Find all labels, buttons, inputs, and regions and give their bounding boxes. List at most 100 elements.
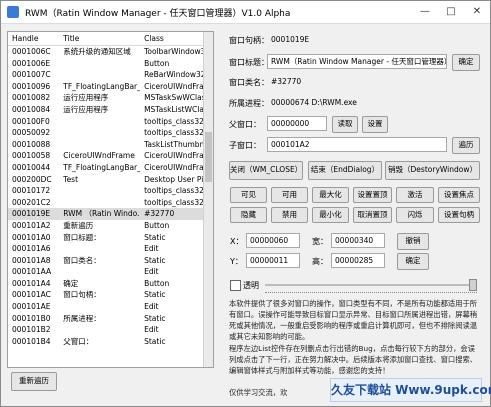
row-title <box>59 58 140 70</box>
title-confirm-button[interactable]: 确定 <box>452 54 480 71</box>
coords-confirm-button[interactable]: 确定 <box>397 253 429 270</box>
set-button[interactable]: 设置 <box>362 116 388 133</box>
end-dialog-button[interactable]: 结束（EndDialog） <box>308 161 382 180</box>
close-icon[interactable]: ✕ <box>464 1 490 23</box>
parent-input[interactable]: 00000000 <box>267 116 327 131</box>
traverse-button[interactable]: 遍历 <box>452 137 480 154</box>
list-row[interactable]: 0001007C ReBarWindow32 <box>8 69 213 81</box>
list-row[interactable]: 000101A6 Edit <box>8 243 213 255</box>
list-row[interactable]: 000101A2 重新遍历 Button <box>8 220 213 232</box>
column-header-handle[interactable]: Handle <box>8 32 59 45</box>
list-scrollbar[interactable] <box>203 32 213 367</box>
row-title: 运行应用程序 <box>63 93 109 103</box>
child-input[interactable]: 000101A2 <box>267 137 447 152</box>
list-row[interactable]: 00010044 TF_FloatingLangBar_... CiceroUIWn… <box>8 162 213 174</box>
enable-button[interactable]: 可用 <box>271 187 308 203</box>
row-title <box>59 139 140 151</box>
row-handle: 00010058 <box>12 151 51 161</box>
row-title <box>59 243 140 255</box>
maximize-button[interactable]: 最大化 <box>312 187 349 203</box>
read-button[interactable]: 读取 <box>332 116 358 133</box>
row-title: 重新遍历 <box>63 220 94 230</box>
list-row[interactable]: 00010084 运行应用程序 MSTaskListWCla <box>8 104 213 116</box>
list-row[interactable]: 000101B4 父窗口： Static <box>8 336 213 348</box>
list-row[interactable]: 0001006E Button <box>8 58 213 70</box>
list-row[interactable]: 00010082 运行应用程序 MSTaskSwWClas <box>8 92 213 104</box>
rescan-button[interactable]: 重新遍历 <box>11 372 57 391</box>
parent-label: 父窗口： <box>229 120 261 129</box>
row-title: 窗口句柄： <box>63 290 101 300</box>
column-header-title[interactable]: Title <box>59 32 140 45</box>
list-row[interactable]: 00010058 CiceroUIWndFrame CiceroUIWndFra <box>8 150 213 162</box>
row-handle: 00050092 <box>12 128 51 138</box>
row-handle: 000101AE <box>12 302 51 312</box>
row-title: TF_FloatingLangBar_... <box>63 162 141 172</box>
slider-thumb[interactable] <box>469 279 477 291</box>
disable-button[interactable]: 禁用 <box>271 207 308 223</box>
row-handle: 000101B4 <box>12 336 51 346</box>
destroy-window-button[interactable]: 销毁（DestoryWindow） <box>385 161 480 180</box>
hide-button[interactable]: 隐藏 <box>230 207 267 223</box>
revoke-button[interactable]: 撤销 <box>397 233 429 250</box>
list-row[interactable]: 000101AE Edit <box>8 301 213 313</box>
list-row[interactable]: 000100F0 tooltips_class32 <box>8 116 213 128</box>
activate-button[interactable]: 激活 <box>396 187 434 203</box>
list-row[interactable]: 00050092 tooltips_class32 <box>8 127 213 139</box>
list-row[interactable]: 00010096 TF_FloatingLangBar_... CiceroUIWn… <box>8 81 213 93</box>
row-title <box>59 324 140 336</box>
set-topmost-button[interactable]: 设置置顶 <box>353 187 392 203</box>
row-title: 系统升级的通知区域 <box>63 47 131 56</box>
main-window: RWM（Ratin Window Manager - 任天窗口管理器）V1.0 … <box>0 0 491 407</box>
close-window-button[interactable]: 关闭（WM_CLOSE） <box>229 161 303 180</box>
transparent-checkbox[interactable] <box>230 280 241 291</box>
row-title: RWM （Ratin Windo... <box>63 209 141 219</box>
set-handle-button[interactable]: 设置句柄 <box>438 207 480 223</box>
row-handle: 000101A4 <box>12 278 51 288</box>
list-row[interactable]: 000201C2 tooltips_class32 <box>8 197 213 209</box>
height-input[interactable]: 00000285 <box>331 253 385 268</box>
row-handle: 00010084 <box>12 104 51 114</box>
transparency-slider[interactable] <box>265 284 477 286</box>
list-row[interactable]: 000101A0 窗口标题： Static <box>8 232 213 244</box>
width-input[interactable]: 00000340 <box>331 233 385 248</box>
flash-button[interactable]: 闪烁 <box>396 207 434 223</box>
watermark: 久友下载站 Www.9upk.com <box>330 378 491 402</box>
window-title: RWM（Ratin Window Manager - 任天窗口管理器）V1.0 … <box>25 9 291 19</box>
window-list[interactable]: Handle Title Class 0001006C 系统升级的通知区域 Tool… <box>7 31 214 368</box>
info-paragraph-3: 仅供学习交流，欢 <box>229 388 288 397</box>
row-title <box>59 197 140 209</box>
row-handle: 000101B2 <box>12 325 51 335</box>
cancel-topmost-button[interactable]: 取消置顶 <box>353 207 392 223</box>
list-row[interactable]: 000101A4 确定 Button <box>8 278 213 290</box>
list-row[interactable]: 00010088 TaskListThumbna <box>8 139 213 151</box>
slider-ticks <box>265 289 477 293</box>
list-row[interactable]: 000101A8 窗口类名： Static <box>8 255 213 267</box>
row-title: 窗口类名： <box>63 255 101 265</box>
set-focus-button[interactable]: 设置焦点 <box>438 187 480 203</box>
row-handle: 000200DC <box>12 174 52 184</box>
y-input[interactable]: 00000011 <box>246 253 300 268</box>
list-row[interactable]: 0001006C 系统升级的通知区域 ToolbarWindow3 <box>8 46 213 58</box>
row-title <box>59 69 140 81</box>
minimize-button[interactable]: 最小化 <box>312 207 349 223</box>
list-row[interactable]: 000101AC 窗口句柄： Static <box>8 289 213 301</box>
list-row[interactable]: 000200DC Test Desktop User Pic <box>8 174 213 186</box>
row-title: TF_FloatingLangBar_... <box>63 81 141 91</box>
maximize-icon[interactable]: □ <box>438 1 464 23</box>
list-row[interactable]: 00010172 tooltips_class32 <box>8 185 213 197</box>
row-handle: 000100F0 <box>12 116 50 126</box>
list-row[interactable]: 000101B2 Edit <box>8 324 213 336</box>
row-title <box>59 301 140 313</box>
minimize-icon[interactable]: — <box>412 1 438 23</box>
list-row[interactable]: 0001019E RWM （Ratin Windo... #32770 <box>8 208 213 220</box>
row-handle: 000101AA <box>12 267 52 277</box>
row-handle: 00010044 <box>12 162 51 172</box>
title-input[interactable]: RWM（Ratin Window Manager - 任天窗口管理器） <box>267 54 447 69</box>
x-label: X： <box>230 237 244 246</box>
x-input[interactable]: 00000060 <box>246 233 300 248</box>
list-row[interactable]: 000101AA Edit <box>8 266 213 278</box>
row-handle: 00010096 <box>12 81 51 91</box>
scrollbar-thumb[interactable] <box>205 132 212 182</box>
list-row[interactable]: 000101B0 所属进程： Static <box>8 313 213 325</box>
visible-button[interactable]: 可见 <box>230 187 267 203</box>
